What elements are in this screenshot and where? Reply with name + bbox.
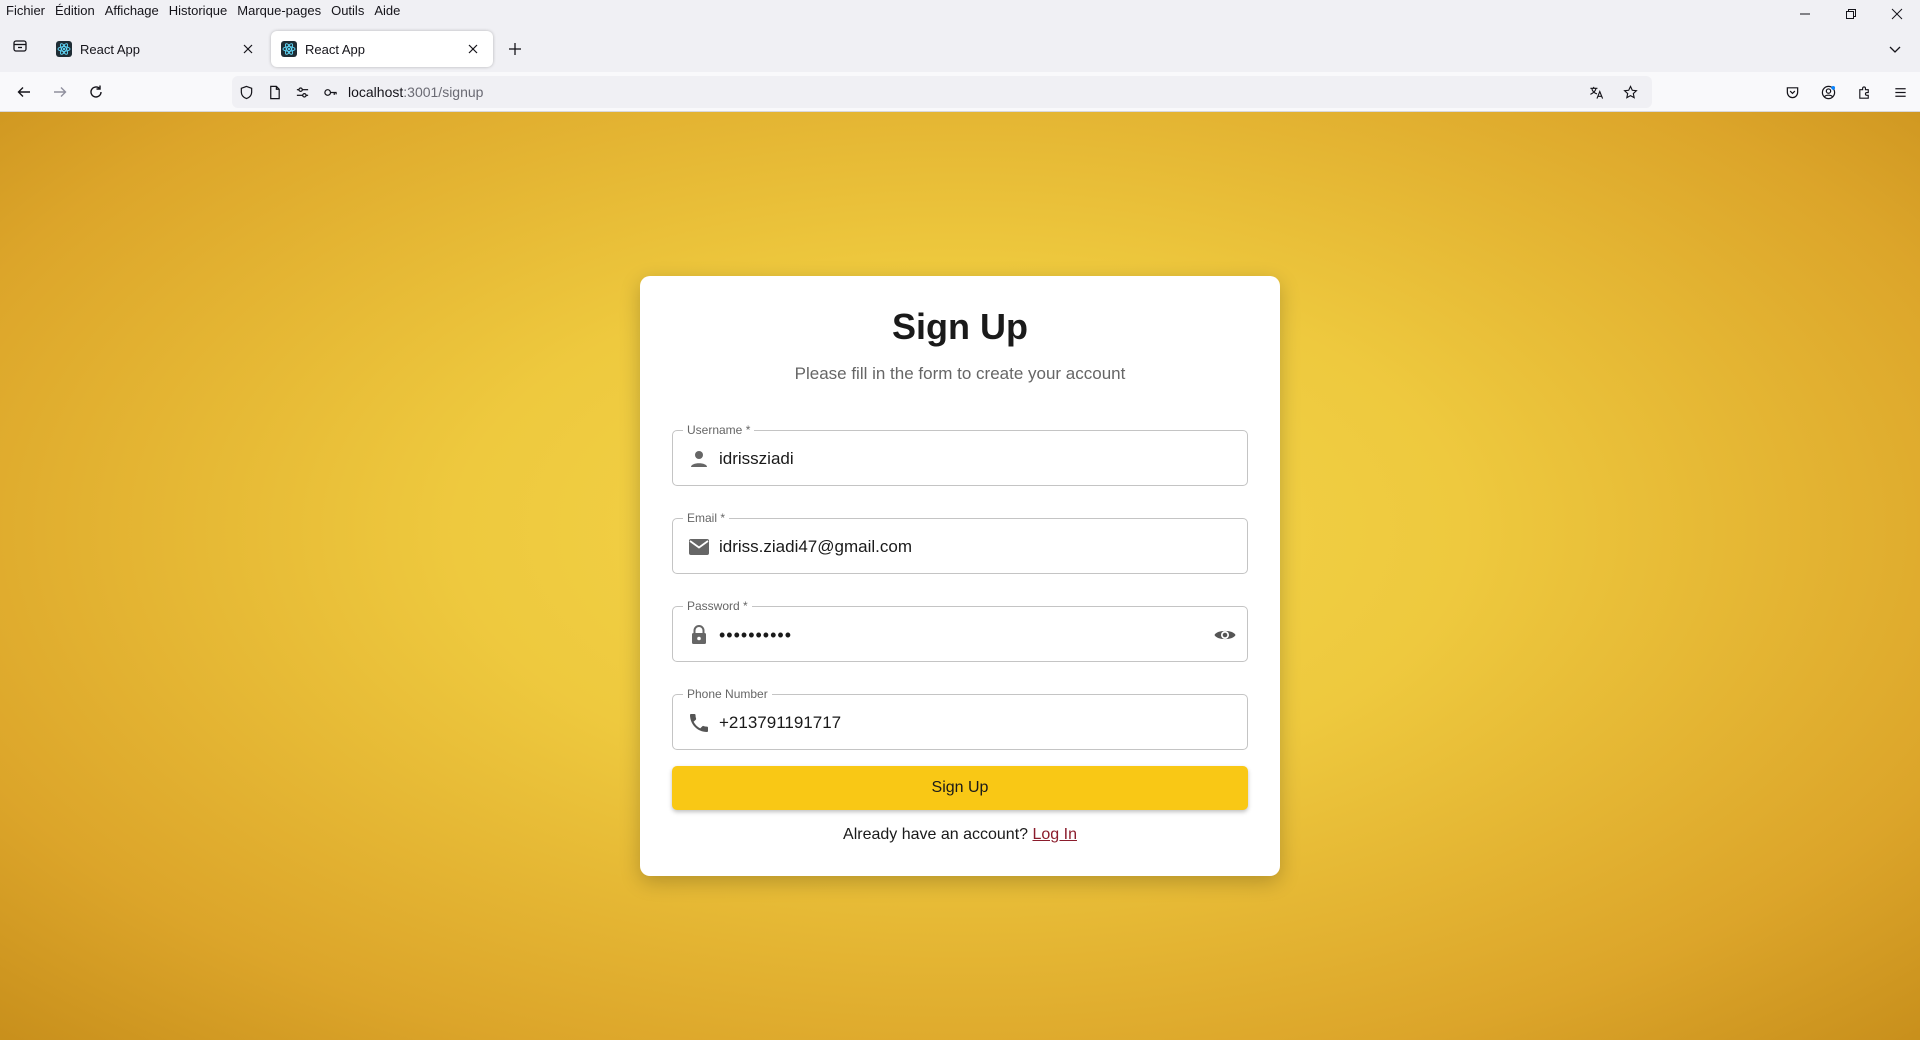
tab-title: React App: [80, 41, 140, 57]
menu-historique[interactable]: Historique: [164, 1, 233, 21]
password-label: Password *: [683, 598, 752, 614]
menu-fichier[interactable]: Fichier: [1, 1, 50, 21]
translate-icon[interactable]: [1582, 78, 1610, 106]
star-icon[interactable]: [1616, 78, 1644, 106]
close-icon: [243, 44, 253, 54]
plus-icon: [509, 43, 521, 55]
reload-icon: [90, 85, 102, 98]
restore-icon: [1846, 9, 1856, 19]
account-icon[interactable]: [1814, 78, 1842, 106]
username-input[interactable]: idrissziadi: [719, 448, 794, 470]
page-subtitle: Please fill in the form to create your a…: [794, 364, 1126, 383]
email-label: Email *: [683, 510, 730, 526]
tab-bar: React App React App: [0, 22, 1920, 72]
phone-input[interactable]: +213791191717: [719, 712, 841, 734]
menu-bar: Fichier Édition Affichage Historique Mar…: [0, 0, 1920, 22]
email-field[interactable]: Email * idriss.ziadi47@gmail.com: [672, 510, 1248, 574]
nav-bar: localhost:3001/signup: [0, 72, 1920, 112]
url-actions: [1582, 78, 1644, 106]
close-icon: [468, 44, 478, 54]
tab-title: React App: [305, 41, 365, 57]
username-field[interactable]: Username * idrissziadi: [672, 422, 1248, 486]
arrow-left-icon: [17, 87, 30, 97]
key-icon[interactable]: [316, 78, 344, 106]
eye-icon[interactable]: [1213, 623, 1237, 647]
reload-button[interactable]: [82, 78, 110, 106]
pocket-icon[interactable]: [1778, 78, 1806, 106]
menu-items: Fichier Édition Affichage Historique Mar…: [0, 1, 405, 21]
url-text[interactable]: localhost:3001/signup: [348, 84, 483, 100]
tab-manager-button[interactable]: [6, 32, 34, 60]
signup-card: Sign Up Please fill in the form to creat…: [640, 276, 1280, 876]
address-bar[interactable]: localhost:3001/signup: [232, 76, 1652, 108]
phone-label: Phone Number: [683, 686, 772, 702]
menu-affichage[interactable]: Affichage: [100, 1, 164, 21]
react-icon: [281, 41, 297, 57]
tab-list-button[interactable]: [1882, 36, 1908, 62]
menu-icon[interactable]: [1886, 78, 1914, 106]
login-prompt: Already have an account?: [843, 826, 1029, 843]
phone-icon: [687, 711, 711, 735]
menu-outils[interactable]: Outils: [326, 1, 369, 21]
permissions-icon[interactable]: [288, 78, 316, 106]
login-prompt-row: Already have an account? Log In: [640, 826, 1280, 844]
person-icon: [687, 447, 711, 471]
password-input[interactable]: ••••••••••: [719, 624, 792, 646]
phone-field[interactable]: Phone Number +213791191717: [672, 686, 1248, 750]
tab-close-button[interactable]: [238, 39, 258, 59]
tab-close-button[interactable]: [463, 39, 483, 59]
tab-react-app-2[interactable]: React App: [271, 31, 493, 67]
extensions-icon[interactable]: [1850, 78, 1878, 106]
back-button[interactable]: [10, 78, 38, 106]
shield-icon[interactable]: [232, 78, 260, 106]
menu-aide[interactable]: Aide: [369, 1, 405, 21]
close-icon: [1891, 8, 1903, 20]
signup-button[interactable]: Sign Up: [672, 766, 1248, 810]
page-viewport: Sign Up Please fill in the form to creat…: [0, 112, 1920, 1040]
tab-manager-icon: [13, 40, 27, 52]
page-icon[interactable]: [260, 78, 288, 106]
login-link[interactable]: Log In: [1032, 826, 1076, 843]
page-title: Sign Up: [892, 306, 1028, 347]
forward-button[interactable]: [46, 78, 74, 106]
email-input[interactable]: idriss.ziadi47@gmail.com: [719, 536, 912, 558]
url-path: :3001/signup: [403, 84, 484, 100]
react-icon: [56, 41, 72, 57]
arrow-right-icon: [54, 87, 67, 97]
tab-react-app-1[interactable]: React App: [46, 31, 268, 67]
new-tab-button[interactable]: [502, 36, 528, 62]
chevron-down-icon: [1889, 46, 1901, 53]
mail-icon: [687, 535, 711, 559]
toolbar-right: [1778, 78, 1914, 106]
username-label: Username *: [683, 422, 755, 438]
menu-edition[interactable]: Édition: [50, 1, 100, 21]
url-host: localhost: [348, 84, 404, 100]
minimize-icon: [1800, 13, 1810, 15]
menu-marque-pages[interactable]: Marque-pages: [232, 1, 326, 21]
lock-icon: [687, 623, 711, 647]
password-field[interactable]: Password * ••••••••••: [672, 598, 1248, 662]
